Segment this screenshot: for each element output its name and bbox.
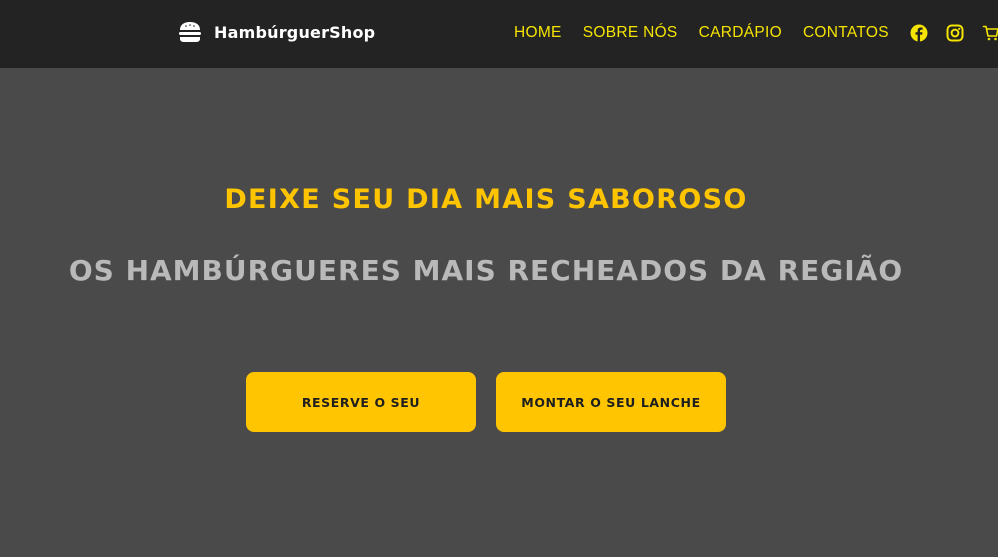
main-nav: HOME SOBRE NÓS CARDÁPIO CONTATOS	[514, 23, 998, 43]
navbar: HambúrguerShop HOME SOBRE NÓS CARDÁPIO C…	[0, 0, 998, 68]
nav-contatos[interactable]: CONTATOS	[803, 23, 889, 43]
nav-sobre-nos[interactable]: SOBRE NÓS	[583, 23, 678, 43]
reserve-button[interactable]: RESERVE O SEU	[246, 372, 476, 432]
nav-home[interactable]: HOME	[514, 23, 562, 43]
nav-cardapio[interactable]: CARDÁPIO	[699, 23, 782, 43]
facebook-icon[interactable]	[910, 24, 928, 42]
cart-icon[interactable]	[982, 24, 998, 42]
brand-name: HambúrguerShop	[214, 22, 376, 42]
hero-title: DEIXE SEU DIA MAIS SABOROSO	[224, 184, 748, 215]
hero-subtitle: OS HAMBÚRGUERES MAIS RECHEADOS DA REGIÃO	[68, 254, 904, 287]
build-burger-button[interactable]: MONTAR O SEU LANCHE	[496, 372, 726, 432]
brand-logo-link[interactable]: HambúrguerShop	[178, 21, 375, 43]
burger-icon	[179, 22, 201, 42]
instagram-icon[interactable]	[946, 24, 964, 42]
